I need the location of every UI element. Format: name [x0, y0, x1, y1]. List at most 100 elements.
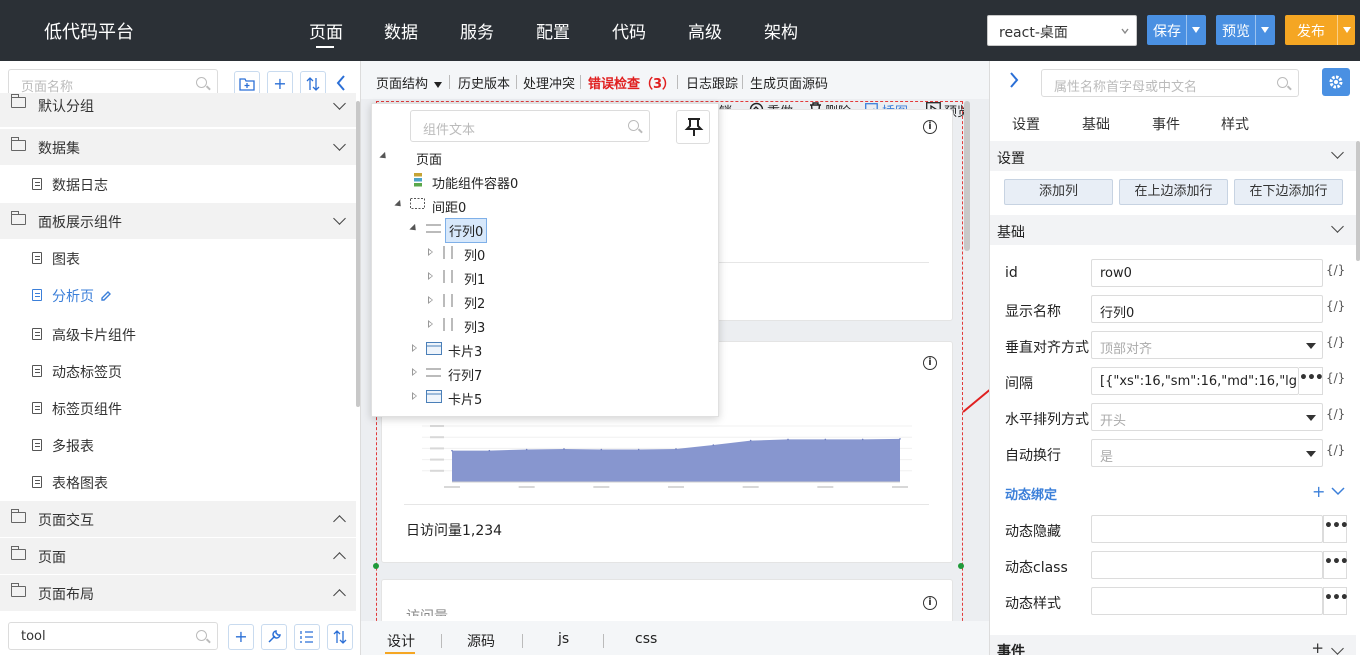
tab-style[interactable]: 样式 — [1221, 114, 1249, 134]
resize-handle[interactable] — [373, 563, 379, 569]
add-column-button[interactable]: 添加列 — [1004, 179, 1113, 205]
dynamic-style-field[interactable] — [1091, 587, 1323, 615]
expression-toggle[interactable]: {/} — [1326, 371, 1345, 385]
tab-source[interactable]: 源码 — [467, 631, 495, 651]
justify-select[interactable]: 开头 — [1091, 403, 1323, 431]
expression-toggle[interactable]: {/} — [1326, 263, 1345, 277]
tab-design[interactable]: 设计 — [387, 631, 415, 651]
wrap-select[interactable]: 是 — [1091, 439, 1323, 467]
left-scrollbar[interactable] — [356, 101, 360, 407]
tree-node-column[interactable]: 列3 — [372, 314, 712, 336]
expanded-arrow-icon[interactable] — [379, 151, 389, 162]
info-icon[interactable]: i — [923, 356, 937, 370]
collapsed-arrow-icon[interactable] — [412, 368, 417, 376]
generate-source-button[interactable]: 生成页面源码 — [750, 73, 828, 92]
tree-node-card[interactable]: 卡片5 — [372, 386, 712, 408]
pin-button[interactable] — [676, 110, 710, 144]
log-trace-button[interactable]: 日志跟踪 — [686, 73, 738, 92]
sort-tool-button[interactable] — [327, 624, 353, 650]
tree-node-row[interactable]: 行列7 — [372, 362, 712, 384]
expression-toggle[interactable]: {/} — [1326, 335, 1345, 349]
display-name-field[interactable]: 行列0 — [1091, 295, 1323, 323]
list-item[interactable]: 标签页组件 — [0, 390, 356, 426]
tree-node-page[interactable]: 页面 — [372, 146, 712, 168]
tree-node-row-selected[interactable]: 行列0 — [372, 218, 712, 243]
group-page-layout[interactable]: 页面布局 — [0, 575, 356, 611]
topnav-code[interactable]: 代码 — [612, 18, 646, 43]
section-events[interactable]: 事件 + — [990, 635, 1356, 655]
settings-gear-button[interactable] — [1322, 68, 1350, 96]
dynamic-style-editor-button[interactable]: ••• — [1323, 587, 1349, 615]
list-item[interactable]: 动态标签页 — [0, 353, 356, 389]
section-basic[interactable]: 基础 — [990, 215, 1356, 245]
dynamic-hidden-editor-button[interactable]: ••• — [1323, 515, 1349, 543]
save-button[interactable]: 保存 — [1147, 15, 1206, 45]
save-dropdown-caret-icon[interactable] — [1192, 27, 1200, 33]
page-structure-button[interactable]: 页面结构 — [376, 73, 443, 92]
add-row-above-button[interactable]: 在上边添加行 — [1119, 179, 1228, 205]
tree-node-column[interactable]: 列2 — [372, 290, 712, 312]
topnav-data[interactable]: 数据 — [384, 18, 418, 43]
section-settings[interactable]: 设置 — [990, 141, 1356, 171]
tab-js[interactable]: js — [558, 631, 569, 647]
dynamic-class-editor-button[interactable]: ••• — [1323, 551, 1349, 579]
tree-node-function-container[interactable]: 功能组件容器0 — [372, 170, 712, 192]
group-default[interactable]: 默认分组 — [0, 93, 356, 127]
expression-toggle[interactable]: {/} — [1326, 407, 1345, 421]
group-panel-components[interactable]: 面板展示组件 — [0, 203, 356, 239]
topnav-advanced[interactable]: 高级 — [688, 18, 722, 43]
expanded-arrow-icon[interactable] — [394, 199, 404, 210]
expanded-arrow-icon[interactable] — [409, 223, 419, 234]
publish-button[interactable]: 发布 — [1285, 15, 1355, 45]
collapsed-arrow-icon[interactable] — [428, 296, 433, 304]
expand-panel-icon[interactable] — [1008, 72, 1020, 88]
collapsed-arrow-icon[interactable] — [428, 320, 433, 328]
preview-dropdown-caret-icon[interactable] — [1261, 27, 1269, 33]
resolve-conflict-button[interactable]: 处理冲突 — [523, 73, 575, 92]
resize-handle[interactable] — [958, 563, 964, 569]
env-select[interactable]: react-桌面 — [987, 15, 1137, 46]
list-item[interactable]: 数据日志 — [0, 166, 356, 202]
topnav-architecture[interactable]: 架构 — [764, 18, 798, 43]
edit-pencil-icon[interactable] — [100, 290, 112, 302]
canvas-scrollbar[interactable] — [964, 101, 970, 251]
collapsed-arrow-icon[interactable] — [412, 344, 417, 352]
history-version-button[interactable]: 历史版本 — [458, 73, 510, 92]
tool-search-input[interactable]: tool — [8, 622, 218, 650]
collapsed-arrow-icon[interactable] — [428, 248, 433, 256]
tab-events[interactable]: 事件 — [1152, 114, 1180, 134]
gutter-editor-button[interactable]: ••• — [1299, 367, 1324, 395]
group-page[interactable]: 页面 — [0, 538, 356, 574]
group-page-interaction[interactable]: 页面交互 — [0, 501, 356, 537]
add-tool-button[interactable]: + — [228, 624, 254, 650]
info-icon[interactable]: i — [923, 596, 937, 610]
list-item[interactable]: 表格图表 — [0, 464, 356, 500]
topnav-service[interactable]: 服务 — [460, 18, 494, 43]
expression-toggle[interactable]: {/} — [1326, 443, 1345, 457]
tree-node-column[interactable]: 列1 — [372, 266, 712, 288]
collapsed-arrow-icon[interactable] — [412, 392, 417, 400]
add-event-button[interactable]: + — [1311, 639, 1324, 655]
list-item[interactable]: 图表 — [0, 240, 356, 276]
group-dataset[interactable]: 数据集 — [0, 129, 356, 165]
topnav-page[interactable]: 页面 — [309, 18, 343, 43]
vertical-align-select[interactable]: 顶部对齐 — [1091, 331, 1323, 359]
wrench-button[interactable] — [261, 624, 287, 650]
info-icon[interactable]: i — [923, 120, 937, 134]
chevron-down-icon[interactable] — [1331, 486, 1345, 496]
list-item[interactable]: 多报表 — [0, 427, 356, 463]
tree-node-column[interactable]: 列0 — [372, 242, 712, 264]
gutter-field[interactable]: [{"xs":16,"sm":16,"md":16,"lg":16,"xl":1… — [1091, 367, 1299, 395]
tab-basic[interactable]: 基础 — [1082, 114, 1110, 134]
properties-scrollbar[interactable] — [1356, 141, 1360, 261]
tree-node-spacing[interactable]: 间距0 — [372, 194, 712, 216]
topnav-config[interactable]: 配置 — [536, 18, 570, 43]
id-field[interactable]: row0 — [1091, 259, 1323, 287]
add-dynamic-binding-button[interactable]: + — [1312, 482, 1325, 501]
preview-button[interactable]: 预览 — [1216, 15, 1275, 45]
list-item-active[interactable]: 分析页 — [0, 277, 356, 313]
dynamic-class-field[interactable] — [1091, 551, 1323, 579]
collapse-panel-icon[interactable] — [335, 75, 347, 91]
list-order-button[interactable] — [294, 624, 320, 650]
expression-toggle[interactable]: {/} — [1326, 299, 1345, 313]
